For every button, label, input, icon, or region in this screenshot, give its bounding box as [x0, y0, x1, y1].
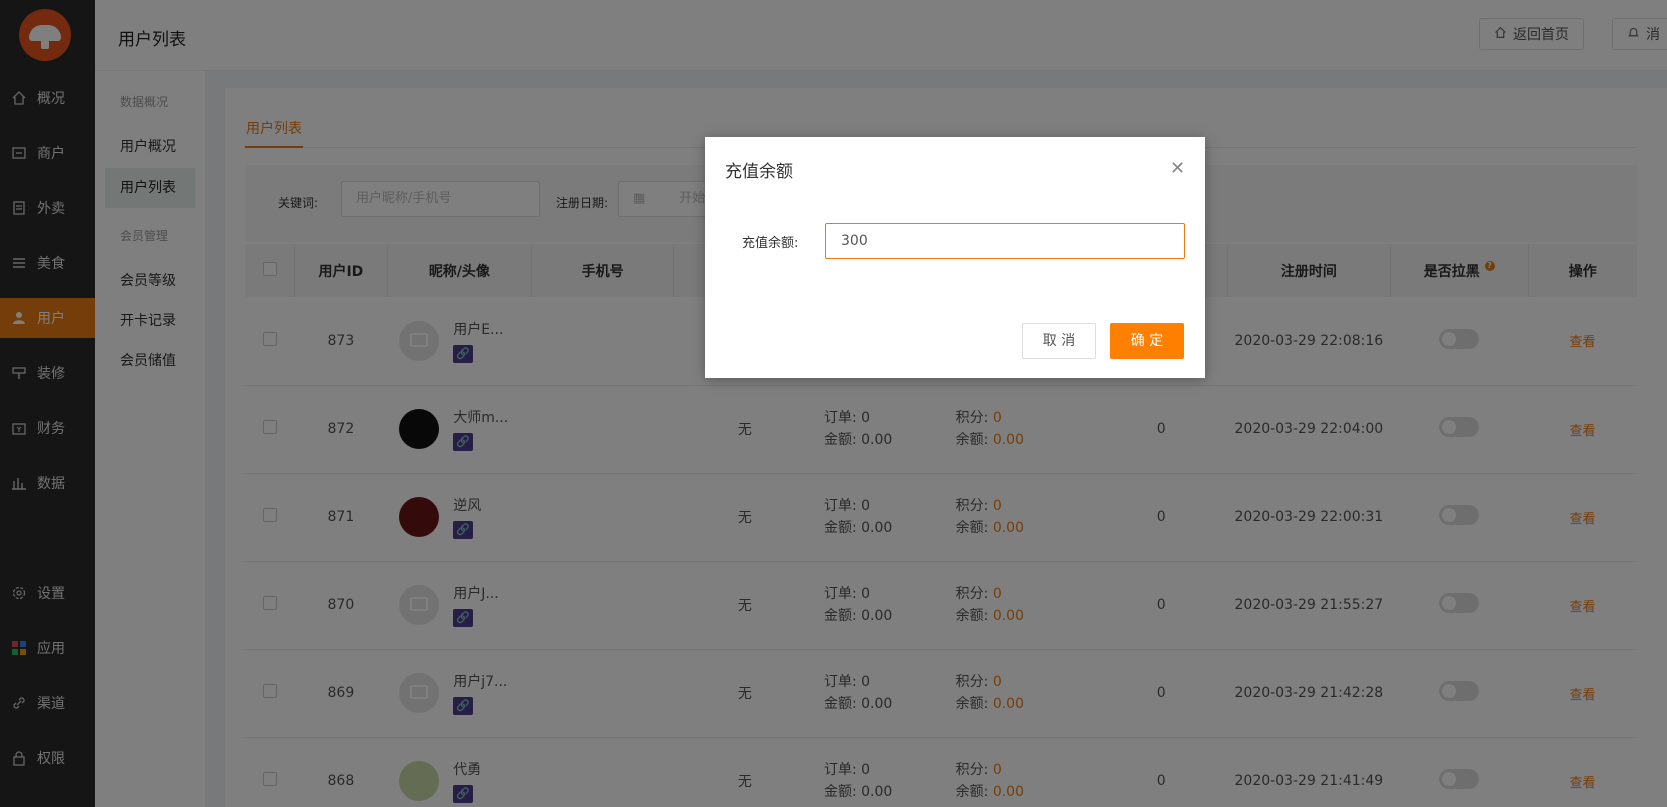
- recharge-field-label: 充值余额:: [742, 236, 799, 251]
- modal-mask[interactable]: [0, 0, 1667, 807]
- dialog-title: 充值余额: [725, 162, 793, 182]
- recharge-amount-input[interactable]: 300: [825, 223, 1185, 259]
- confirm-button[interactable]: 确 定: [1110, 323, 1184, 359]
- cancel-button[interactable]: 取 消: [1022, 323, 1096, 359]
- recharge-balance-dialog: 充值余额 ✕ 充值余额: 300 取 消 确 定: [705, 137, 1205, 378]
- close-icon[interactable]: ✕: [1170, 158, 1185, 179]
